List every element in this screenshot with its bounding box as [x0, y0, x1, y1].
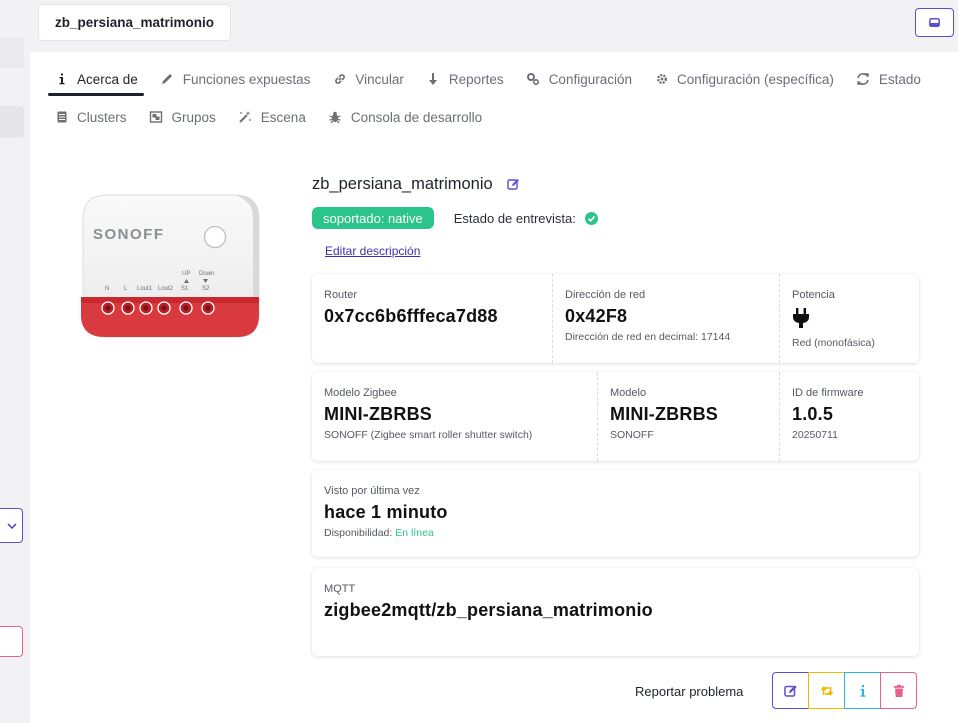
report-problem-button[interactable]: Reportar problema	[635, 684, 743, 699]
availability-value: En línea	[395, 527, 434, 539]
sidebar-dropdown[interactable]	[0, 508, 23, 543]
supported-badge: soportado: native	[312, 207, 434, 229]
network-address-label: Dirección de red	[565, 289, 646, 301]
network-card: Router 0x7cc6b6fffeca7d88 Dirección de r…	[312, 274, 919, 363]
object-group-icon	[149, 110, 164, 125]
svg-text:S1: S1	[181, 286, 189, 292]
link-icon	[332, 72, 347, 87]
firmware-label: ID de firmware	[792, 387, 864, 399]
firmware-value: 1.0.5	[792, 404, 834, 424]
pencil-icon	[160, 72, 175, 87]
plug-icon	[793, 308, 809, 328]
zigbee-model-label: Modelo Zigbee	[324, 387, 397, 399]
sidebar-action-button[interactable]	[0, 626, 23, 657]
last-seen-value: hace 1 minuto	[324, 502, 448, 522]
mqtt-topic: zigbee2mqtt/zb_persiana_matrimonio	[324, 600, 653, 620]
trash-icon	[893, 684, 904, 697]
edit-description-link[interactable]: Editar descripción	[325, 244, 420, 258]
device-image: SONOFF N L Lout1 Lout2 S1 S2 UP Down	[81, 194, 260, 338]
info-icon	[54, 72, 69, 87]
tab-label: Estado	[878, 71, 921, 87]
interview-label: Estado de entrevista:	[453, 210, 576, 226]
download-arrow-icon	[426, 72, 441, 87]
tab-specific-configuration[interactable]: Configuración (específica)	[648, 64, 840, 94]
delete-button[interactable]	[880, 672, 917, 709]
sidebar-item-active[interactable]	[0, 106, 24, 138]
svg-text:Lout2: Lout2	[158, 286, 174, 292]
magic-wand-icon	[238, 110, 253, 125]
svg-text:UP: UP	[182, 271, 190, 277]
tab-groups[interactable]: Grupos	[143, 102, 222, 132]
sidebar-item[interactable]	[0, 38, 24, 68]
mqtt-label: MQTT	[324, 583, 356, 595]
tab-clusters[interactable]: Clusters	[48, 102, 133, 132]
mqtt-card: MQTT zigbee2mqtt/zb_persiana_matrimonio	[312, 568, 919, 656]
tab-label: Vincular	[355, 71, 404, 87]
tab-label: Escena	[260, 109, 306, 125]
tab-scene[interactable]: Escena	[232, 102, 312, 132]
interview-status: Estado de entrevista:	[454, 211, 598, 226]
model-card: Modelo Zigbee MINI-ZBRBS SONOFF (Zigbee …	[312, 372, 919, 461]
network-address-decimal: Dirección de red en decimal: 17144	[565, 331, 731, 343]
availability-label: Disponibilidad:	[324, 527, 393, 539]
tab-configuration[interactable]: Configuración	[520, 64, 638, 94]
device-brand-text: SONOFF	[93, 226, 165, 243]
bug-icon	[328, 110, 343, 125]
interview-button[interactable]	[844, 672, 881, 709]
info-icon	[860, 684, 865, 697]
tab-dev-console[interactable]: Consola de desarrollo	[322, 102, 488, 132]
tab-label: Grupos	[171, 109, 216, 125]
router-value: 0x7cc6b6fffeca7d88	[324, 306, 498, 326]
tab-reports[interactable]: Reportes	[420, 64, 510, 94]
svg-text:Down: Down	[199, 271, 214, 277]
tab-label: Consola de desarrollo	[350, 109, 483, 125]
router-label: Router	[324, 289, 358, 301]
action-buttons	[772, 672, 917, 709]
gear-icon	[654, 72, 669, 87]
tab-label: Funciones expuestas	[182, 71, 311, 87]
edit-icon	[783, 684, 797, 697]
retweet-icon	[820, 685, 833, 696]
cogs-icon	[526, 72, 541, 87]
tab-label: Reportes	[448, 71, 504, 87]
zigbee-model-description: SONOFF (Zigbee smart roller shutter swit…	[324, 429, 533, 441]
edit-button[interactable]	[772, 672, 809, 709]
model-value: MINI-ZBRBS	[610, 404, 718, 424]
tab-label: Configuración	[548, 71, 632, 87]
svg-text:N: N	[105, 286, 109, 292]
network-address-value: 0x42F8	[565, 306, 628, 326]
model-label: Modelo	[610, 387, 647, 399]
main-panel: Acerca de Funciones expuestas Vincular R…	[30, 52, 958, 723]
tab-label: Configuración (específica)	[677, 71, 834, 87]
check-circle-icon	[584, 211, 598, 225]
svg-text:Lout1: Lout1	[137, 286, 153, 292]
device-name-text: zb_persiana_matrimonio	[312, 175, 493, 193]
tab-exposed-functions[interactable]: Funciones expuestas	[154, 64, 317, 94]
edit-name-icon[interactable]	[506, 178, 520, 191]
device-tab[interactable]: zb_persiana_matrimonio	[38, 4, 232, 41]
inbox-icon	[929, 18, 940, 27]
tab-label: Acerca de	[77, 71, 138, 87]
topbar: zb_persiana_matrimonio	[30, 0, 958, 52]
refresh-icon	[856, 72, 871, 87]
device-name: zb_persiana_matrimonio	[312, 175, 520, 194]
reconfigure-button[interactable]	[808, 672, 845, 709]
svg-text:S2: S2	[202, 286, 210, 292]
zigbee-model-value: MINI-ZBRBS	[324, 404, 432, 424]
sidebar-remnant	[0, 0, 30, 723]
tab-state[interactable]: Estado	[850, 64, 927, 94]
availability: Disponibilidad: En línea	[324, 527, 907, 539]
last-seen-label: Visto por última vez	[324, 485, 420, 497]
tab-bind[interactable]: Vincular	[326, 64, 410, 94]
tab-label: Clusters	[77, 109, 127, 125]
tab-about[interactable]: Acerca de	[48, 64, 144, 96]
power-source: Red (monofásica)	[792, 337, 875, 349]
last-seen-card: Visto por última vez hace 1 minuto Dispo…	[312, 470, 919, 557]
firmware-date: 20250711	[792, 429, 838, 441]
power-label: Potencia	[792, 289, 835, 301]
chevron-down-icon	[6, 522, 17, 529]
inbox-button[interactable]	[915, 8, 954, 37]
model-vendor: SONOFF	[610, 429, 654, 441]
list-icon	[54, 110, 69, 125]
